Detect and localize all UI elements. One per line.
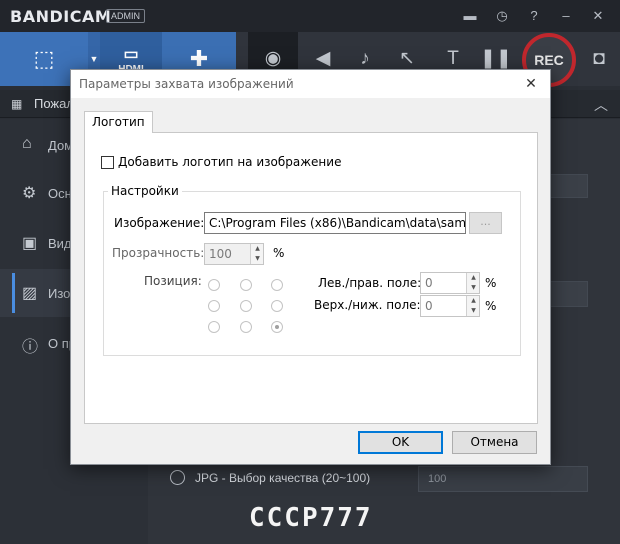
speaker-icon: ◀ (315, 48, 331, 69)
tab-logo[interactable]: Логотип (84, 111, 153, 133)
add-logo-checkbox[interactable] (101, 155, 114, 169)
title-icons: ▬ ◷ ? – ✕ (454, 6, 614, 26)
image-label: Изображение: (114, 216, 205, 230)
position-radio-top-left[interactable] (208, 279, 220, 291)
lr-margin-input[interactable]: 0 ▲ ▼ (420, 272, 480, 294)
sidebar-item-label: Вид (48, 236, 72, 251)
webcam-icon: ◉ (264, 48, 282, 69)
jpg-quality-option[interactable]: JPG - Выбор качества (20~100) (170, 470, 370, 485)
tb-margin-label: Верх./ниж. поле: (314, 298, 421, 312)
image-path-input[interactable]: C:\Program Files (x86)\Bandicam\data\sam… (204, 212, 466, 234)
dialog-title: Параметры захвата изображений (79, 77, 294, 91)
image-icon: ▨ (22, 285, 38, 302)
lr-margin-label: Лев./прав. поле: (318, 276, 422, 290)
opacity-input[interactable]: 100 ▲ ▼ (204, 243, 264, 265)
gear-icon: ⚙ (22, 185, 37, 202)
dialog-titlebar: Параметры захвата изображений ✕ (71, 70, 550, 98)
background-field (550, 174, 588, 198)
brand-logo: BANDICAM (10, 7, 112, 26)
screen-rect-icon: ⬚ (33, 46, 55, 71)
spin-down-icon[interactable]: ▼ (467, 306, 479, 316)
watermark-text: CCCP777 (249, 503, 373, 533)
opacity-spinner[interactable]: ▲ ▼ (250, 244, 263, 264)
jpg-option-label: JPG - Выбор качества (20~100) (195, 470, 371, 485)
cancel-button[interactable]: Отмена (452, 431, 537, 454)
dialog-close-icon[interactable]: ✕ (512, 70, 550, 98)
clock-icon[interactable]: ◷ (486, 6, 518, 26)
jpg-radio[interactable] (170, 470, 185, 485)
admin-badge: ADMIN (106, 9, 145, 23)
tb-margin-value: 0 (425, 299, 433, 313)
grid-icon: ▦ (11, 97, 23, 111)
lr-margin-value: 0 (425, 276, 433, 290)
close-icon[interactable]: ✕ (582, 6, 614, 26)
opacity-value: 100 (209, 247, 232, 261)
opacity-label: Прозрачность: (112, 246, 205, 260)
tb-margin-spinner[interactable]: ▲ ▼ (466, 296, 479, 316)
pause-icon: ❚❚ (480, 48, 512, 69)
ok-button[interactable]: OK (358, 431, 443, 454)
video-icon: ▣ (22, 235, 38, 252)
settings-group-label: Настройки (108, 184, 182, 198)
info-icon: ⓘ (22, 339, 39, 356)
chevron-up-icon[interactable]: ︿ (594, 95, 608, 115)
position-radio-bottom-center[interactable] (240, 321, 252, 333)
image-capture-dialog: Параметры захвата изображений ✕ Логотип … (70, 69, 551, 465)
position-label: Позиция: (144, 274, 202, 288)
position-radio-bottom-right[interactable] (271, 321, 283, 333)
help-icon[interactable]: ? (518, 6, 550, 26)
tb-margin-input[interactable]: 0 ▲ ▼ (420, 295, 480, 317)
sidebar-item-label: Осн (48, 186, 72, 201)
chevron-down-icon: ▼ (89, 54, 99, 64)
spin-up-icon[interactable]: ▲ (467, 296, 479, 306)
position-radio-top-center[interactable] (240, 279, 252, 291)
cursor-icon: ↖ (399, 48, 415, 69)
spin-down-icon[interactable]: ▼ (251, 254, 263, 264)
spin-up-icon[interactable]: ▲ (251, 244, 263, 254)
text-icon: T (447, 48, 459, 69)
tb-margin-percent: % (485, 299, 497, 313)
browse-button[interactable]: ... (469, 212, 502, 234)
jpg-quality-input[interactable]: 100 (418, 466, 588, 492)
position-radio-middle-center[interactable] (240, 300, 252, 312)
microphone-icon: ♪ (360, 48, 370, 69)
camera-icon: ◘ (593, 48, 605, 69)
lr-margin-spinner[interactable]: ▲ ▼ (466, 273, 479, 293)
position-radio-middle-right[interactable] (271, 300, 283, 312)
app-titlebar: BANDICAM ADMIN ▬ ◷ ? – ✕ (0, 0, 620, 32)
panel-title: Пожал (34, 96, 74, 111)
add-logo-label: Добавить логотип на изображение (118, 155, 342, 169)
hdmi-icon: ▭ (123, 45, 139, 63)
add-logo-option[interactable]: Добавить логотип на изображение (101, 155, 341, 169)
minimize-icon[interactable]: – (550, 6, 582, 26)
folder-icon[interactable]: ▬ (454, 6, 486, 26)
spin-down-icon[interactable]: ▼ (467, 283, 479, 293)
screenshot-button[interactable]: ◘ (584, 46, 614, 72)
position-radio-top-right[interactable] (271, 279, 283, 291)
opacity-percent: % (273, 246, 285, 260)
position-radio-middle-left[interactable] (208, 300, 220, 312)
sidebar-item-label: Изо (48, 286, 71, 301)
lr-margin-percent: % (485, 276, 497, 290)
home-icon: ⌂ (22, 135, 32, 152)
position-radio-bottom-left[interactable] (208, 321, 220, 333)
spin-up-icon[interactable]: ▲ (467, 273, 479, 283)
background-field (550, 281, 588, 307)
